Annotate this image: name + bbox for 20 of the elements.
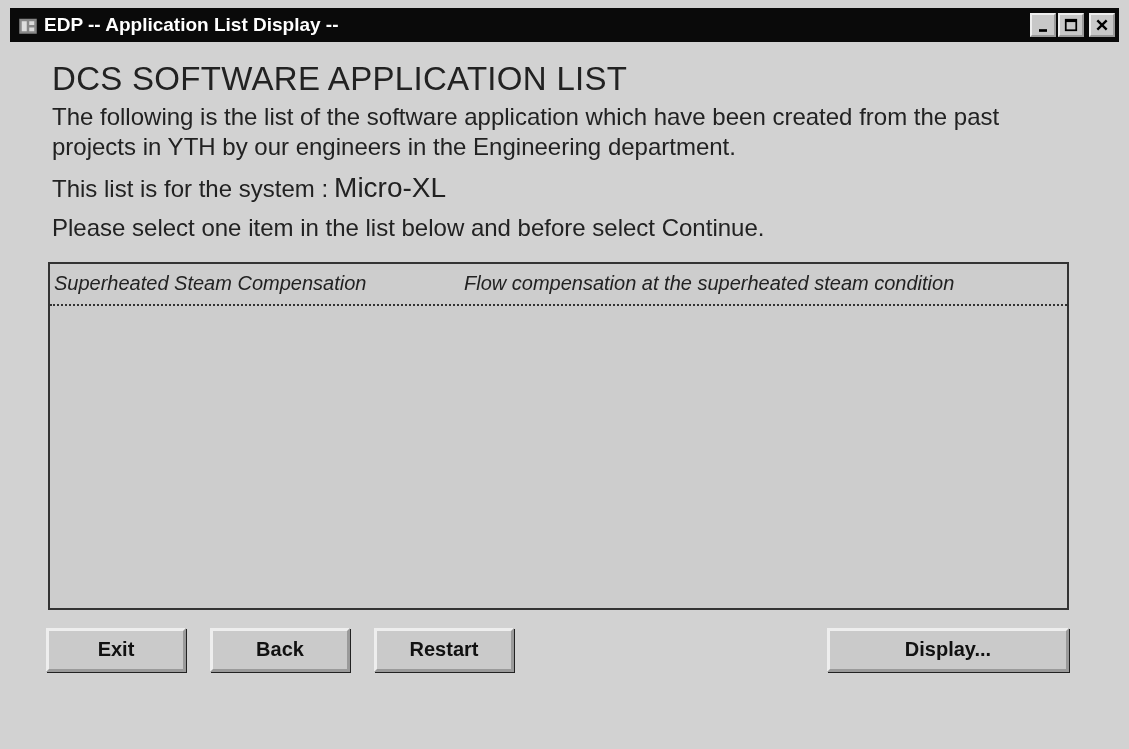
dialog-button[interactable]: Display... [827, 627, 1069, 672]
dialog-button[interactable]: Back [210, 627, 350, 672]
application-list[interactable]: Superheated Steam Compensation Flow compensation at the superheated steam condition [48, 261, 1069, 610]
system-label: This list is for the system : [52, 174, 329, 203]
dialog-button[interactable]: Restart [374, 627, 514, 672]
maximize-icon [1064, 18, 1078, 32]
window-title: EDP -- Application List Display -- [44, 14, 339, 36]
instruction-text: Please select one item in the list below and before select Continue. [52, 213, 766, 242]
minimize-icon [1039, 28, 1047, 32]
system-name: Micro-XL [334, 171, 447, 204]
close-icon [1095, 18, 1109, 32]
dialog-button[interactable]: Exit [46, 627, 186, 672]
description-text: The following is the list of the software application which have been created from the past projects in YTH by our engineers in the Engineering department. [52, 101, 1001, 162]
maximize-button[interactable] [1058, 13, 1084, 37]
heading: DCS SOFTWARE APPLICATION LIST [52, 60, 629, 98]
application-description: Flow compensation at the superheated steam condition [464, 272, 955, 296]
application-name: Superheated Steam Compensation [54, 272, 368, 296]
minimize-button[interactable] [1030, 13, 1056, 37]
list-row[interactable]: Superheated Steam Compensation Flow compensation at the superheated steam condition [50, 263, 1067, 306]
close-button[interactable] [1089, 13, 1115, 37]
